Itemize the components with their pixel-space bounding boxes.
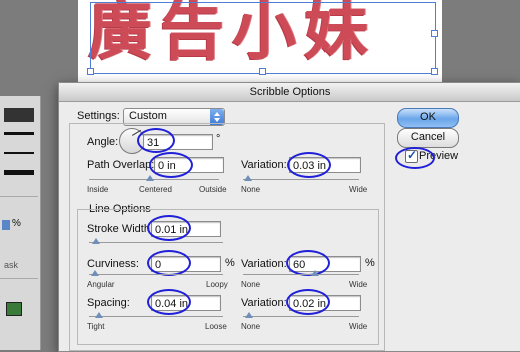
slider-label: Angular (87, 280, 115, 289)
spacing-variation-label: Variation: (241, 297, 287, 309)
slider-label: Wide (349, 322, 368, 331)
slider-label: None (241, 280, 261, 289)
cancel-button[interactable]: Cancel (397, 128, 459, 148)
path-overlap-variation-slider-track[interactable] (243, 179, 359, 180)
slider-label: Tight (87, 322, 105, 331)
selection-handle[interactable] (259, 68, 266, 75)
stroke-preview (4, 152, 34, 154)
slider-label: None (241, 185, 261, 194)
stroke-preview (4, 132, 34, 135)
curviness-slider-track[interactable] (89, 274, 223, 275)
annotation-circle (137, 128, 175, 153)
settings-dropdown-value: Custom (129, 110, 167, 122)
path-overlap-variation-slider-thumb[interactable] (244, 175, 252, 181)
palette-mask-label: ask (4, 260, 19, 270)
settings-label: Settings: (77, 110, 120, 122)
curviness-unit: % (225, 257, 235, 269)
slider-label: Wide (349, 185, 368, 194)
curviness-variation-unit: % (365, 257, 375, 269)
annotation-circle (286, 250, 330, 276)
stroke-width-slider-track[interactable] (89, 242, 223, 243)
path-overlap-slider-thumb[interactable] (146, 175, 154, 181)
slider-label: Loose (205, 322, 227, 331)
annotation-circle (149, 152, 193, 178)
palette-percent-label: % (12, 218, 21, 229)
annotation-circle (147, 215, 191, 241)
curviness-slider-thumb[interactable] (91, 270, 99, 276)
spacing-slider-track[interactable] (89, 316, 223, 317)
palette-divider (0, 278, 38, 279)
left-palette: % ask (0, 96, 41, 350)
slider-label: Inside (87, 185, 109, 194)
slider-label: None (241, 322, 261, 331)
stroke-width-slider-thumb[interactable] (92, 238, 100, 244)
selection-handle[interactable] (431, 30, 438, 37)
ok-button[interactable]: OK (397, 108, 459, 128)
spacing-variation-slider-thumb[interactable] (245, 312, 253, 318)
curviness-variation-slider-thumb[interactable] (311, 270, 319, 276)
curviness-variation-label: Variation: (241, 258, 287, 270)
layer-thumbnail[interactable] (6, 302, 22, 316)
scribble-options-dialog: Scribble Options Settings: Custom Angle:… (58, 82, 520, 352)
stroke-width-label: Stroke Width: (87, 223, 154, 235)
dialog-title: Scribble Options (59, 83, 520, 102)
spacing-variation-slider-track[interactable] (243, 316, 359, 317)
spacing-label: Spacing: (87, 297, 130, 309)
selection-handle[interactable] (431, 68, 438, 75)
angle-label: Angle: (87, 136, 119, 148)
path-overlap-variation-label: Variation: (241, 159, 287, 171)
slider-label: Loopy (206, 280, 228, 289)
slider-label: Wide (349, 280, 368, 289)
curviness-label: Curviness: (87, 258, 139, 270)
annotation-circle (147, 250, 191, 276)
slider-label: Centered (139, 185, 172, 194)
annotation-circle (287, 152, 331, 178)
selection-bounding-box[interactable] (90, 2, 436, 74)
selection-handle[interactable] (87, 68, 94, 75)
angle-unit: ° (216, 133, 221, 145)
annotation-circle (147, 289, 191, 315)
palette-divider (0, 196, 38, 197)
annotation-circle (286, 289, 330, 315)
slider-label: Outside (199, 185, 227, 194)
path-overlap-label: Path Overlap: (87, 159, 155, 171)
curviness-variation-slider-track[interactable] (243, 274, 359, 275)
brush-swatch[interactable] (4, 108, 34, 122)
palette-toggle-icon[interactable] (2, 220, 10, 230)
path-overlap-slider-track[interactable] (89, 179, 219, 180)
spacing-slider-thumb[interactable] (95, 312, 103, 318)
stroke-preview (4, 170, 34, 175)
annotation-circle (395, 147, 435, 169)
